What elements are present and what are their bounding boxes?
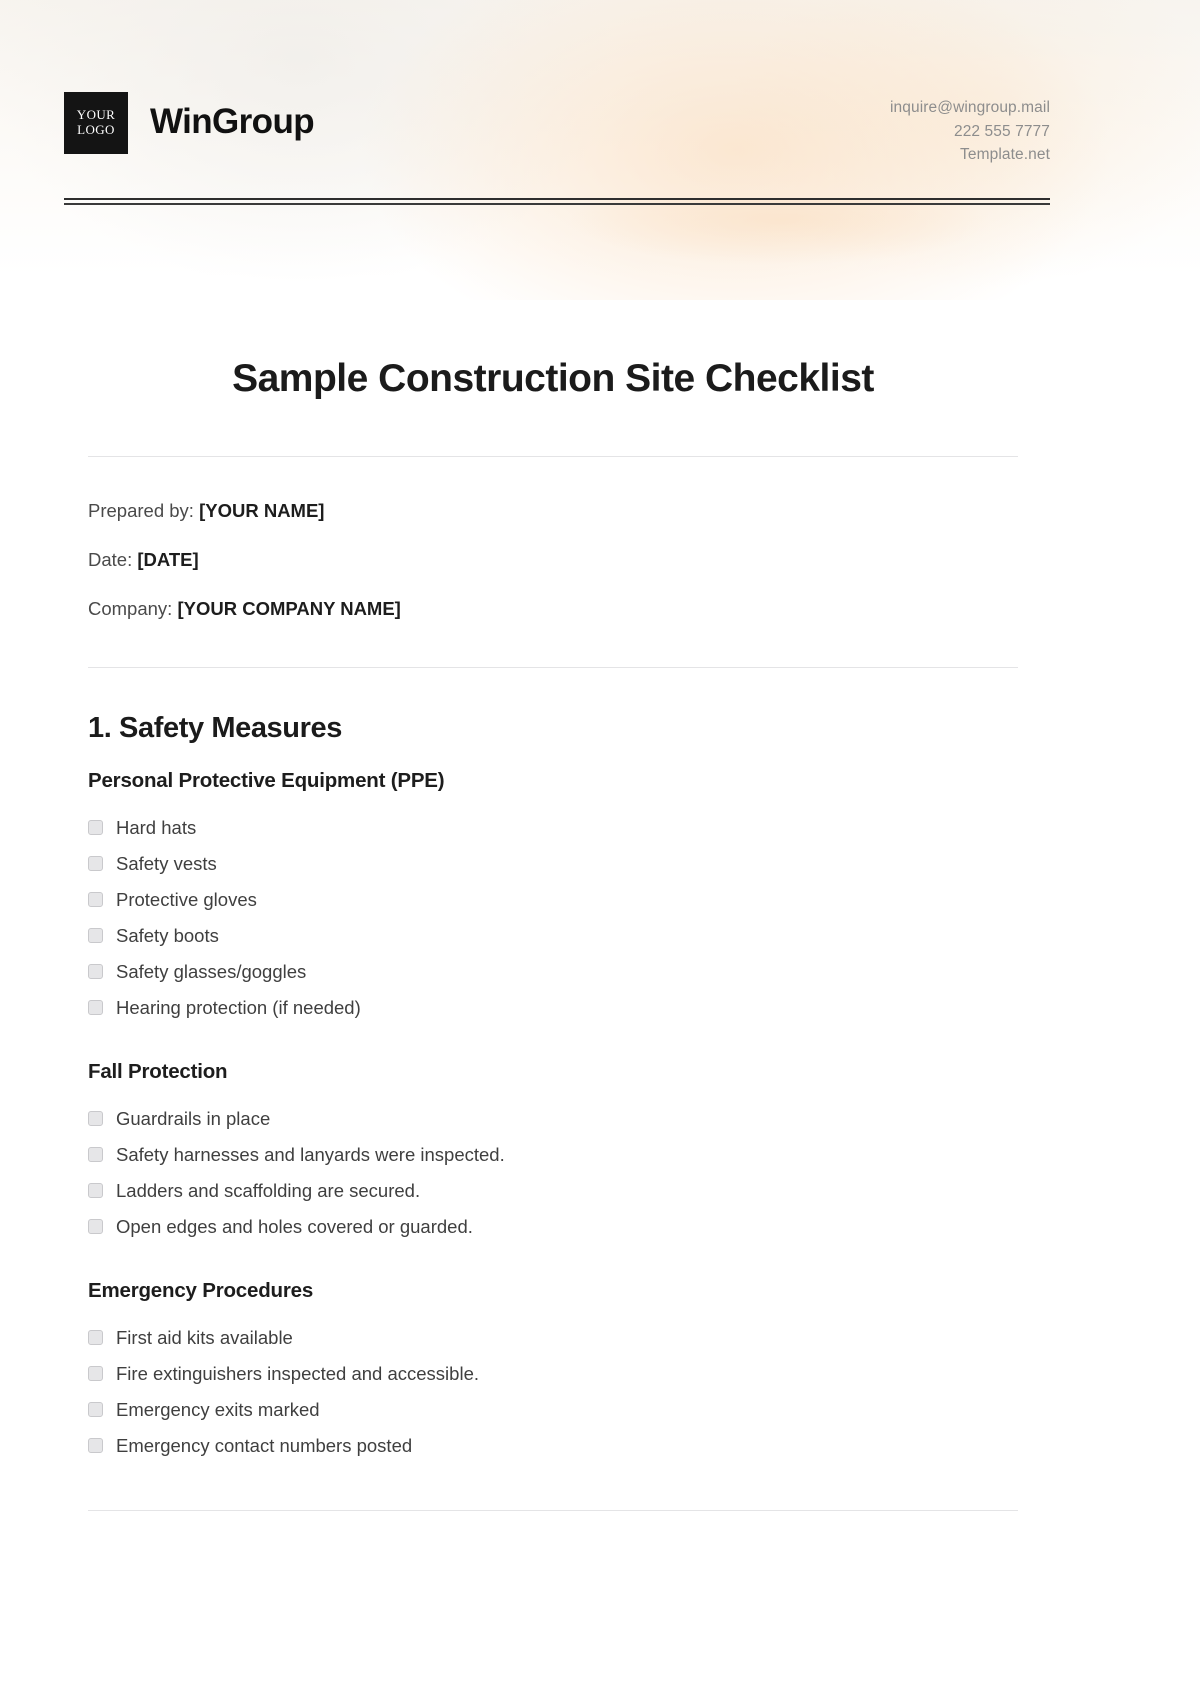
subsection-title-emergency-procedures: Emergency Procedures [88, 1278, 314, 1302]
list-item[interactable]: Ladders and scaffolding are secured. [88, 1173, 1018, 1209]
subsection-ppe: Personal Protective Equipment (PPE) Hard… [88, 769, 1018, 1026]
list-item[interactable]: Safety harnesses and lanyards were inspe… [88, 1137, 1018, 1173]
section-title: 1. Safety Measures [88, 711, 342, 744]
list-item[interactable]: Safety vests [88, 846, 1018, 882]
list-item-label: Protective gloves [116, 888, 257, 910]
list-item-label: Open edges and holes covered or guarded. [116, 1215, 473, 1237]
document-body: Sample Construction Site Checklist Prepa… [88, 356, 1018, 1511]
list-item[interactable]: Emergency contact numbers posted [88, 1428, 1018, 1464]
list-item-label: Emergency contact numbers posted [116, 1434, 413, 1456]
subsection-title-ppe: Personal Protective Equipment (PPE) [88, 768, 445, 792]
checkbox-icon[interactable] [88, 1219, 103, 1235]
list-item-label: Safety vests [116, 852, 217, 874]
list-item-label: Hearing protection (if needed) [116, 996, 361, 1018]
header-background-gradient-accent [520, 200, 1040, 290]
meta-row-prepared-by: Prepared by: [YOUR NAME] [88, 499, 1018, 524]
title-divider [88, 455, 1018, 457]
list-item[interactable]: Emergency exits marked [88, 1392, 1018, 1428]
checkbox-icon[interactable] [88, 1147, 103, 1163]
checklist-ppe: Hard hats Safety vests Protective gloves… [88, 810, 1018, 1026]
checkbox-icon[interactable] [88, 1000, 103, 1016]
meta-row-date: Date: [DATE] [88, 548, 1018, 573]
contact-email: inquire@wingroup.mail [890, 99, 1050, 116]
subsection-title-fall-protection: Fall Protection [88, 1059, 228, 1083]
checkbox-icon[interactable] [88, 1366, 103, 1382]
logo-line-1: YOUR [76, 107, 116, 123]
meta-value-company: [YOUR COMPANY NAME] [177, 597, 401, 619]
list-item-label: First aid kits available [116, 1326, 293, 1348]
contact-block: inquire@wingroup.mail 222 555 7777 Templ… [890, 92, 1050, 167]
checkbox-icon[interactable] [88, 1438, 103, 1454]
subsection-emergency-procedures: Emergency Procedures First aid kits avai… [88, 1279, 1018, 1464]
checkbox-icon[interactable] [88, 964, 103, 980]
checkbox-icon[interactable] [88, 892, 103, 908]
brand-block: YOUR LOGO WinGroup [64, 92, 315, 154]
list-item[interactable]: Open edges and holes covered or guarded. [88, 1209, 1018, 1245]
meta-divider [88, 666, 1018, 668]
page-title: Sample Construction Site Checklist [232, 357, 874, 400]
checkbox-icon[interactable] [88, 928, 103, 944]
list-item-label: Emergency exits marked [116, 1398, 320, 1420]
meta-value-prepared-by: [YOUR NAME] [199, 499, 325, 521]
document-meta: Prepared by: [YOUR NAME] Date: [DATE] Co… [88, 499, 1018, 622]
checklist-fall-protection: Guardrails in place Safety harnesses and… [88, 1101, 1018, 1245]
checkbox-icon[interactable] [88, 820, 103, 836]
list-item[interactable]: Safety glasses/goggles [88, 954, 1018, 990]
section-safety-measures: 1. Safety Measures Personal Protective E… [88, 712, 1018, 1464]
contact-website: Template.net [960, 146, 1050, 164]
logo-line-2: LOGO [77, 122, 115, 137]
contact-phone: 222 555 7777 [953, 122, 1050, 140]
section-divider-bottom [88, 1509, 1018, 1511]
list-item[interactable]: First aid kits available [88, 1320, 1018, 1356]
brand-name: WinGroup [150, 102, 315, 141]
checkbox-icon[interactable] [88, 856, 103, 872]
list-item[interactable]: Hard hats [88, 810, 1018, 846]
list-item-label: Fire extinguishers inspected and accessi… [116, 1362, 479, 1384]
list-item-label: Hard hats [116, 816, 197, 838]
header-divider [64, 198, 1050, 205]
list-item-label: Guardrails in place [116, 1107, 271, 1129]
list-item[interactable]: Safety boots [88, 918, 1018, 954]
meta-label-prepared-by: Prepared by: [88, 499, 194, 521]
meta-label-company: Company: [88, 597, 173, 619]
list-item-label: Ladders and scaffolding are secured. [116, 1179, 421, 1201]
list-item[interactable]: Protective gloves [88, 882, 1018, 918]
list-item[interactable]: Hearing protection (if needed) [88, 990, 1018, 1026]
company-logo: YOUR LOGO [64, 92, 128, 154]
list-item-label: Safety harnesses and lanyards were inspe… [116, 1143, 505, 1165]
document-header: YOUR LOGO WinGroup inquire@wingroup.mail… [64, 92, 1050, 167]
list-item[interactable]: Fire extinguishers inspected and accessi… [88, 1356, 1018, 1392]
subsection-fall-protection: Fall Protection Guardrails in place Safe… [88, 1060, 1018, 1245]
list-item-label: Safety glasses/goggles [116, 960, 307, 982]
checkbox-icon[interactable] [88, 1183, 103, 1199]
checklist-emergency-procedures: First aid kits available Fire extinguish… [88, 1320, 1018, 1464]
document-page: YOUR LOGO WinGroup inquire@wingroup.mail… [0, 0, 1200, 1701]
meta-label-date: Date: [88, 548, 133, 570]
list-item[interactable]: Guardrails in place [88, 1101, 1018, 1137]
checkbox-icon[interactable] [88, 1402, 103, 1418]
meta-value-date: [DATE] [137, 548, 199, 570]
checkbox-icon[interactable] [88, 1330, 103, 1346]
meta-row-company: Company: [YOUR COMPANY NAME] [88, 597, 1018, 622]
checkbox-icon[interactable] [88, 1111, 103, 1127]
list-item-label: Safety boots [116, 924, 219, 946]
